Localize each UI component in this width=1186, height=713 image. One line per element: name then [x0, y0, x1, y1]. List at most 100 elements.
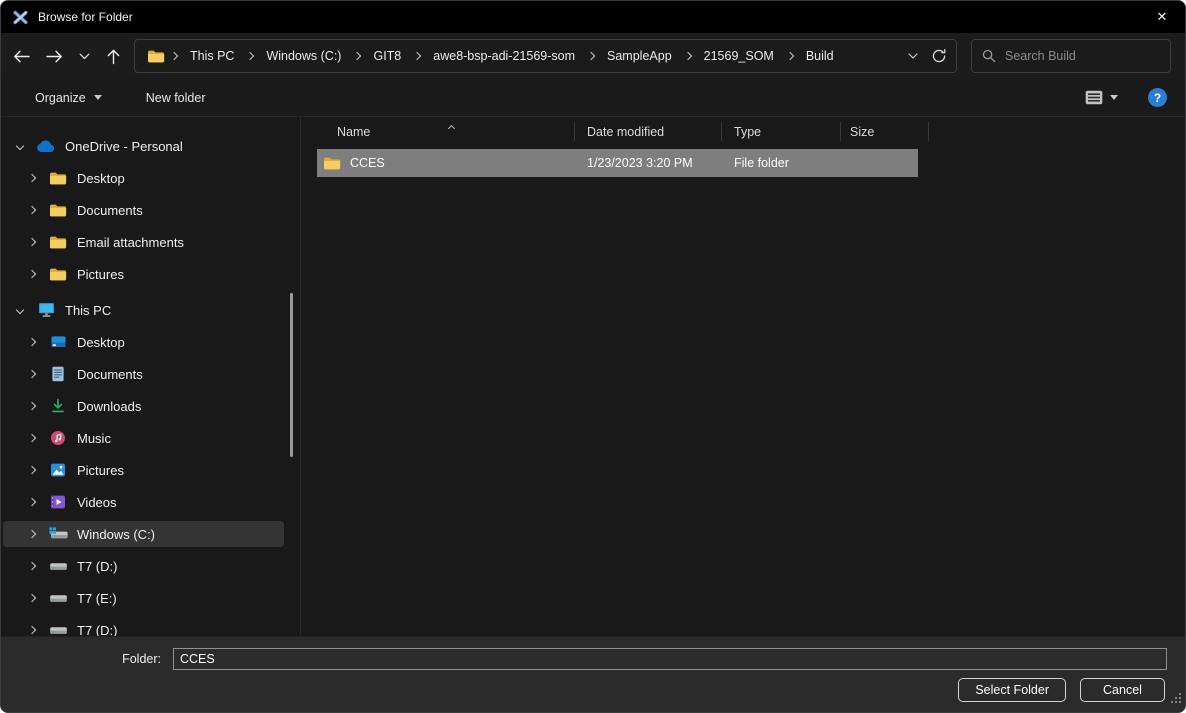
- sidebar-item-label: Documents: [77, 203, 143, 218]
- search-icon: [982, 49, 996, 63]
- new-folder-button[interactable]: New folder: [146, 91, 206, 105]
- browse-for-folder-dialog: Browse for Folder ✕ This PCWindows (C:)G…: [0, 0, 1186, 713]
- breadcrumb-segment[interactable]: awe8-bsp-adi-21569-som: [426, 46, 582, 66]
- breadcrumb-segment[interactable]: 21569_SOM: [697, 46, 781, 66]
- search-input[interactable]: [1005, 49, 1160, 63]
- chevron-down-icon: [79, 53, 90, 60]
- up-button[interactable]: [97, 41, 130, 71]
- view-dropdown-caret-icon: [1110, 95, 1118, 100]
- chevron-right-icon[interactable]: [25, 175, 39, 181]
- folder-icon: [48, 169, 68, 187]
- sidebar-item-documents[interactable]: Documents: [3, 197, 284, 223]
- chevron-right-icon[interactable]: [25, 403, 39, 409]
- breadcrumb-chevron-icon: [243, 53, 257, 59]
- sidebar-item-label: T7 (D:): [77, 623, 117, 637]
- sidebar-item-pictures[interactable]: Pictures: [3, 261, 284, 287]
- sidebar-scrollbar[interactable]: [290, 293, 293, 457]
- folder-icon: [48, 265, 68, 283]
- chevron-down-icon[interactable]: [13, 143, 27, 149]
- command-toolbar: Organize New folder ?: [1, 79, 1185, 117]
- select-folder-button[interactable]: Select Folder: [958, 678, 1066, 702]
- details-view-icon: [1085, 90, 1103, 105]
- chevron-down-icon[interactable]: [13, 307, 27, 313]
- sidebar-item-label: Pictures: [77, 463, 124, 478]
- refresh-button[interactable]: [926, 42, 952, 70]
- sidebar-item-desktop[interactable]: Desktop: [3, 329, 284, 355]
- sidebar-item-music[interactable]: Music: [3, 425, 284, 451]
- refresh-icon: [931, 48, 947, 64]
- sidebar-item-label: Videos: [77, 495, 117, 510]
- sidebar-item-t7-d-[interactable]: T7 (D:): [3, 617, 284, 636]
- close-button[interactable]: ✕: [1139, 1, 1185, 33]
- chevron-right-icon[interactable]: [25, 271, 39, 277]
- change-view-button[interactable]: [1085, 90, 1118, 105]
- sidebar-item-t7-d-[interactable]: T7 (D:): [3, 553, 284, 579]
- folder-icon: [147, 49, 165, 63]
- help-icon: ?: [1154, 91, 1161, 105]
- drive-icon: [48, 557, 68, 575]
- music-icon: [48, 429, 68, 447]
- forward-button[interactable]: [38, 41, 71, 71]
- sidebar-item-downloads[interactable]: Downloads: [3, 393, 284, 419]
- sidebar-item-this-pc[interactable]: This PC: [3, 297, 284, 323]
- sidebar-item-label: This PC: [65, 303, 111, 318]
- folder-icon: [48, 233, 68, 251]
- breadcrumb-segment[interactable]: Build: [799, 46, 841, 66]
- chevron-right-icon[interactable]: [25, 531, 39, 537]
- address-bar[interactable]: This PC Windows (C:) GIT8 awe8-bsp-adi-2156…: [134, 39, 957, 73]
- help-button[interactable]: ?: [1148, 88, 1167, 107]
- sidebar-item-documents[interactable]: Documents: [3, 361, 284, 387]
- column-headers: Name Date modified Type Size: [301, 118, 1185, 145]
- chevron-right-icon[interactable]: [25, 595, 39, 601]
- chevron-right-icon[interactable]: [25, 339, 39, 345]
- column-header-type[interactable]: Type: [722, 118, 841, 145]
- cces-app-icon: [11, 8, 29, 26]
- address-dropdown-button[interactable]: [900, 42, 926, 70]
- sidebar-item-email-attachments[interactable]: Email attachments: [3, 229, 284, 255]
- chevron-right-icon[interactable]: [25, 435, 39, 441]
- chevron-right-icon[interactable]: [25, 239, 39, 245]
- sidebar-item-t7-e-[interactable]: T7 (E:): [3, 585, 284, 611]
- this-pc-icon: [36, 301, 56, 319]
- search-box[interactable]: [971, 39, 1171, 73]
- folder-name-input[interactable]: [173, 648, 1167, 670]
- organize-button[interactable]: Organize: [35, 91, 102, 105]
- breadcrumb-chevron-icon: [783, 53, 797, 59]
- back-button[interactable]: [5, 41, 38, 71]
- navigation-pane: OneDrive - Personal Desktop Documents Email…: [1, 117, 301, 636]
- sidebar-item-label: Windows (C:): [77, 527, 155, 542]
- file-row[interactable]: CCES 1/23/2023 3:20 PM File folder: [317, 149, 918, 177]
- sidebar-item-windows-c-[interactable]: Windows (C:): [3, 521, 284, 547]
- onedrive-icon: [36, 137, 56, 155]
- chevron-right-icon[interactable]: [25, 467, 39, 473]
- chevron-right-icon[interactable]: [25, 371, 39, 377]
- drive-icon: [48, 621, 68, 636]
- close-icon: ✕: [1157, 9, 1168, 25]
- sidebar-item-pictures[interactable]: Pictures: [3, 457, 284, 483]
- sidebar-item-onedrive-personal[interactable]: OneDrive - Personal: [3, 133, 284, 159]
- chevron-right-icon[interactable]: [25, 563, 39, 569]
- resize-grip-icon[interactable]: [1169, 691, 1182, 709]
- back-arrow-icon: [12, 49, 31, 64]
- column-header-name[interactable]: Name: [301, 118, 575, 145]
- sort-ascending-icon: [449, 120, 454, 134]
- chevron-right-icon[interactable]: [25, 207, 39, 213]
- sidebar-item-label: OneDrive - Personal: [65, 139, 183, 154]
- chevron-right-icon[interactable]: [25, 499, 39, 505]
- breadcrumb-segment[interactable]: SampleApp: [600, 46, 679, 66]
- forward-arrow-icon: [45, 49, 64, 64]
- recent-locations-button[interactable]: [71, 41, 97, 71]
- breadcrumb-segment[interactable]: GIT8: [366, 46, 408, 66]
- sidebar-item-desktop[interactable]: Desktop: [3, 165, 284, 191]
- sidebar-item-label: Desktop: [77, 171, 125, 186]
- sidebar-item-videos[interactable]: Videos: [3, 489, 284, 515]
- breadcrumb-segment[interactable]: This PC: [183, 46, 241, 66]
- column-header-size[interactable]: Size: [841, 118, 929, 145]
- column-header-date-modified[interactable]: Date modified: [575, 118, 722, 145]
- breadcrumb-segment[interactable]: Windows (C:): [259, 46, 348, 66]
- breadcrumb-chevron-icon: [584, 53, 598, 59]
- file-list-pane: Name Date modified Type Size CCES 1/23/2…: [301, 117, 1185, 636]
- cancel-button[interactable]: Cancel: [1080, 678, 1165, 702]
- folder-icon: [323, 156, 341, 170]
- chevron-right-icon[interactable]: [25, 627, 39, 633]
